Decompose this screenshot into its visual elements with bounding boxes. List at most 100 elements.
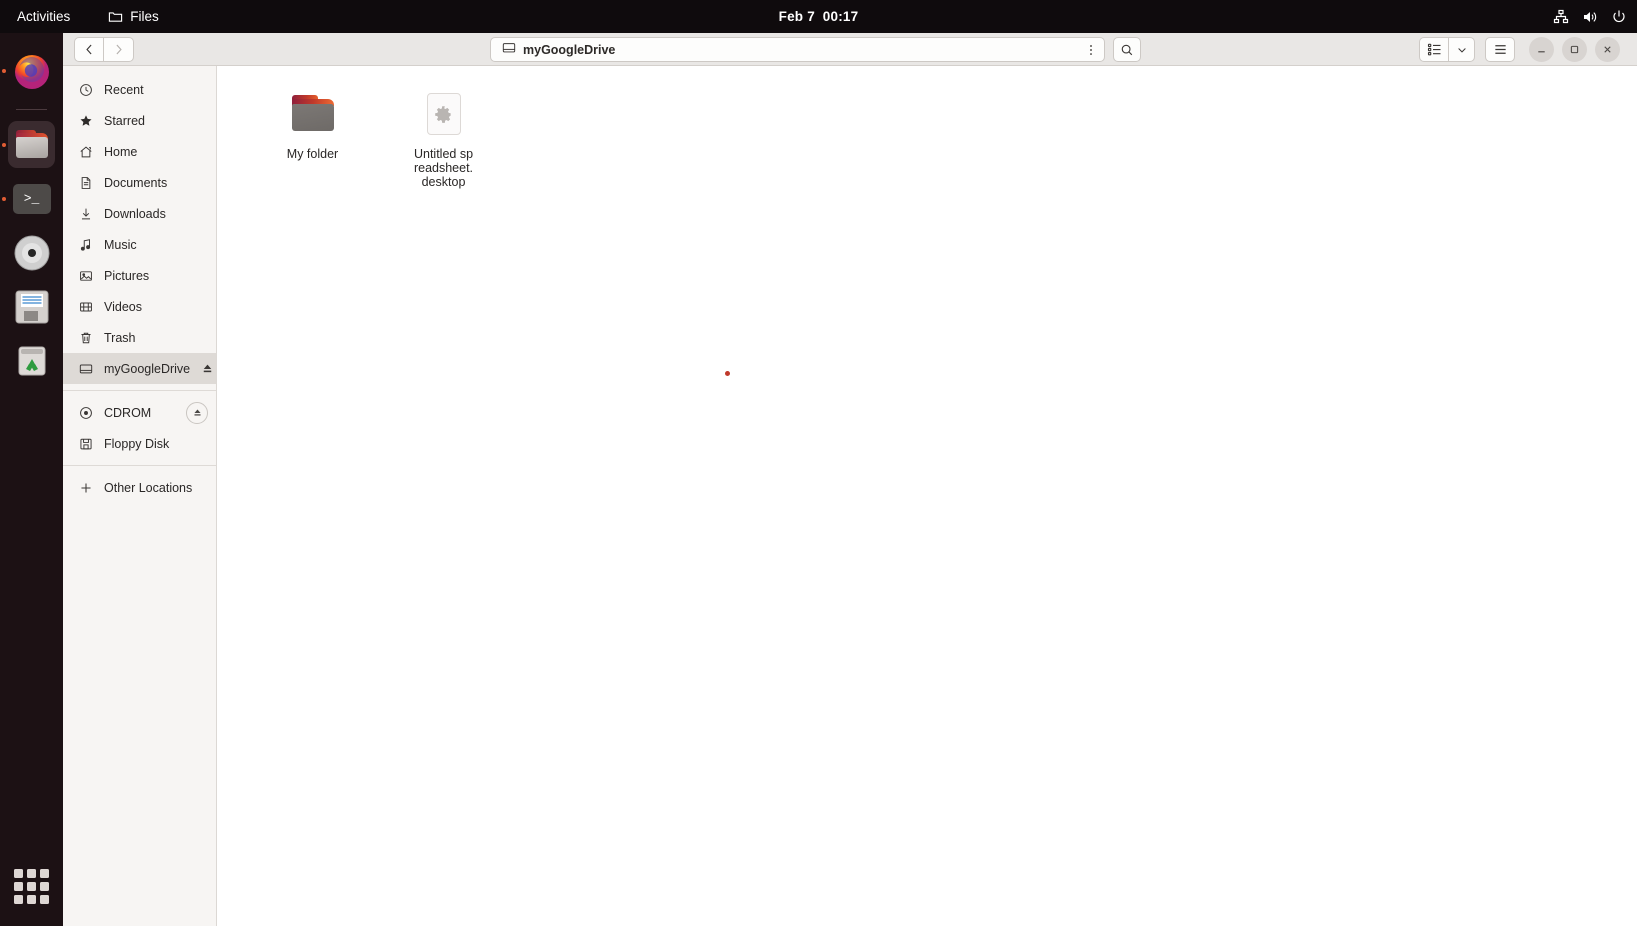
sidebar-item-cdrom[interactable]: CDROM [63, 397, 216, 428]
activities-button[interactable]: Activities [8, 0, 79, 33]
running-indicator-firefox [2, 69, 6, 73]
breadcrumb-mygoogledrive[interactable]: myGoogleDrive [491, 38, 626, 61]
floppy-icon [78, 436, 93, 451]
sidebar-item-label: Floppy Disk [104, 436, 170, 451]
path-bar[interactable]: myGoogleDrive [490, 37, 1090, 62]
sidebar-item-videos[interactable]: Videos [63, 291, 216, 322]
grid-cell [14, 882, 23, 891]
file-label: My folder [286, 147, 339, 161]
download-icon [78, 206, 93, 221]
cursor-position-marker [725, 371, 730, 376]
sidebar-item-documents[interactable]: Documents [63, 167, 216, 198]
star-icon [78, 113, 93, 128]
sidebar-item-label: Pictures [104, 268, 150, 283]
sidebar-separator [63, 465, 216, 466]
sidebar-item-label: Other Locations [104, 480, 193, 495]
terminal-icon: >_ [12, 183, 51, 214]
activities-label: Activities [17, 9, 71, 24]
file-item-my-folder[interactable]: My folder [247, 86, 378, 189]
grid-cell [27, 882, 36, 891]
back-button[interactable] [74, 36, 104, 62]
dock-item-terminal[interactable]: >_ [2, 175, 55, 222]
sidebar-item-label: Starred [104, 113, 145, 128]
volume-icon[interactable] [1582, 9, 1598, 25]
file-grid: My folder Untitled spreadsheet.desktop [218, 67, 1637, 189]
search-button[interactable] [1113, 37, 1141, 62]
dock-separator [16, 109, 47, 110]
sidebar-item-label: Videos [104, 299, 142, 314]
home-icon [78, 144, 93, 159]
grid-cell [27, 895, 36, 904]
breadcrumb-label: myGoogleDrive [523, 42, 616, 57]
folder-icon [108, 9, 123, 24]
grid-cell [14, 869, 23, 878]
grid-cell [40, 869, 49, 878]
sidebar-item-pictures[interactable]: Pictures [63, 260, 216, 291]
sidebar-item-mygoogledrive[interactable]: myGoogleDrive [63, 353, 216, 384]
dock-item-cdrom[interactable] [8, 229, 55, 276]
sidebar-item-other-locations[interactable]: Other Locations [63, 472, 216, 503]
forward-button[interactable] [104, 36, 134, 62]
dock-item-firefox[interactable] [2, 47, 55, 94]
minimize-button[interactable] [1529, 37, 1554, 62]
folder-icon [289, 90, 337, 138]
grid-cell [40, 882, 49, 891]
clock[interactable]: Feb 7 00:17 [779, 9, 859, 24]
file-label: Untitled spreadsheet.desktop [413, 147, 474, 189]
running-indicator-files [2, 143, 6, 147]
sidebar-item-home[interactable]: Home [63, 136, 216, 167]
sidebar-item-music[interactable]: Music [63, 229, 216, 260]
main-menu-button[interactable] [1485, 37, 1515, 62]
sidebar-item-label: Home [104, 144, 138, 159]
status-indicators[interactable] [1553, 0, 1627, 33]
eject-button-cdrom[interactable] [186, 401, 208, 424]
view-mode-buttons [1419, 37, 1475, 62]
power-icon[interactable] [1611, 9, 1627, 25]
view-options-dropdown[interactable] [1449, 37, 1475, 62]
maximize-button[interactable] [1562, 37, 1587, 62]
sidebar-item-label: CDROM [104, 405, 152, 420]
sidebar-separator [63, 390, 216, 391]
optical-disc-icon [78, 405, 93, 420]
app-menu-button[interactable]: Files [99, 0, 168, 33]
video-icon [78, 299, 93, 314]
navigation-buttons [74, 36, 134, 62]
close-button[interactable] [1595, 37, 1620, 62]
sidebar: Recent Starred Home Documents Downloads [63, 66, 217, 926]
sidebar-item-label: myGoogleDrive [104, 361, 191, 376]
sidebar-item-label: Documents [104, 175, 168, 190]
sidebar-item-label: Recent [104, 82, 144, 97]
document-icon [78, 175, 93, 190]
dock-item-files[interactable] [2, 121, 55, 168]
file-view[interactable]: My folder Untitled spreadsheet.desktop [218, 67, 1637, 926]
grid-cell [40, 895, 49, 904]
gnome-top-bar: Activities Files Feb 7 00:17 [0, 0, 1637, 33]
list-view-button[interactable] [1419, 37, 1449, 62]
sidebar-item-recent[interactable]: Recent [63, 74, 216, 105]
running-indicator-terminal [2, 197, 6, 201]
file-item-untitled-spreadsheet[interactable]: Untitled spreadsheet.desktop [378, 86, 509, 189]
sidebar-item-trash[interactable]: Trash [63, 322, 216, 353]
header-bar: myGoogleDrive [63, 33, 1637, 66]
music-note-icon [78, 237, 93, 252]
firefox-icon [14, 54, 49, 89]
sidebar-item-label: Music [104, 237, 137, 252]
files-window: myGoogleDrive Recent Starred Home Docume… [63, 33, 1637, 926]
sidebar-item-label: Trash [104, 330, 136, 345]
show-applications-button[interactable] [14, 869, 49, 904]
image-icon [78, 268, 93, 283]
optical-disc-icon [14, 235, 49, 270]
dock-item-trash[interactable] [8, 337, 55, 384]
grid-cell [14, 895, 23, 904]
sidebar-item-downloads[interactable]: Downloads [63, 198, 216, 229]
dock-item-floppy[interactable] [8, 283, 55, 330]
network-icon[interactable] [1553, 9, 1569, 25]
gear-icon [435, 105, 451, 123]
path-options-button[interactable] [1077, 37, 1105, 62]
trash-icon [78, 330, 93, 345]
eject-icon-mygoogledrive[interactable] [201, 362, 214, 375]
sidebar-item-starred[interactable]: Starred [63, 105, 216, 136]
sidebar-item-floppy-disk[interactable]: Floppy Disk [63, 428, 216, 459]
desktop-file-icon [420, 90, 468, 138]
plus-icon [78, 480, 93, 495]
